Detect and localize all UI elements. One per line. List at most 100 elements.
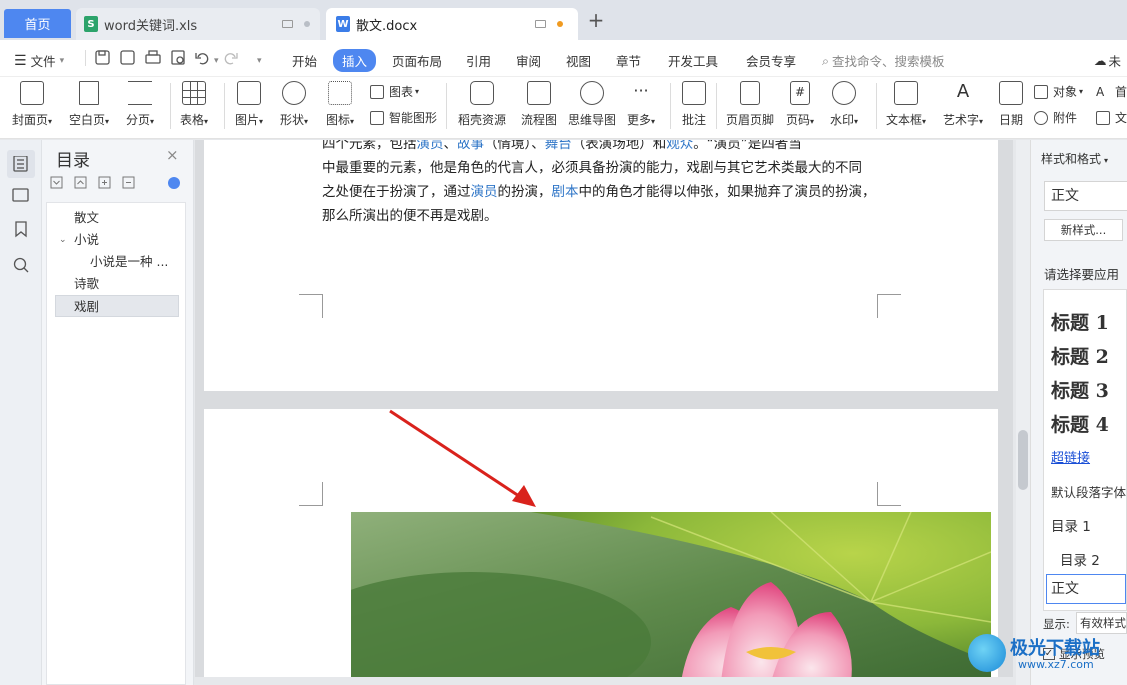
horizontal-scrollbar[interactable] [195, 677, 1013, 685]
menu-layout[interactable]: 页面布局 [392, 51, 442, 70]
vertical-scrollbar[interactable] [1016, 140, 1030, 685]
flowchart-button[interactable]: 流程图 [521, 81, 557, 128]
style-heading-4[interactable]: 标题 4 [1051, 410, 1109, 437]
save-icon [95, 50, 110, 65]
hamburger-icon: ☰ [14, 52, 27, 69]
more-dots-icon: ··· [633, 81, 649, 100]
tab-xls[interactable]: S word关键词.xls [76, 8, 320, 40]
cloud-status[interactable]: ☁ 未 [1094, 51, 1121, 70]
flowchart-icon [527, 81, 551, 105]
toc-item-drama[interactable]: 戏剧 [55, 295, 179, 317]
table-button[interactable]: 表格▾ [180, 81, 208, 128]
date-button[interactable]: 日期 [999, 81, 1023, 128]
show-label: 显示: [1043, 617, 1070, 631]
style-toc-1[interactable]: 目录 1 [1051, 515, 1091, 535]
comment-button[interactable]: 批注 [682, 81, 706, 128]
text-button[interactable]: 文 [1096, 109, 1127, 126]
search-icon: ⌕ [822, 52, 830, 68]
attachment-button[interactable]: 附件 [1034, 109, 1077, 126]
icon-button[interactable]: 图标▾ [326, 81, 354, 128]
header-footer-button[interactable]: 页眉页脚 [726, 81, 774, 128]
tab-doc[interactable]: W 散文.docx [326, 8, 578, 40]
style-list: 标题 1 标题 2 标题 3 标题 4 超链接 默认段落字体 目录 1 目录 2… [1043, 289, 1127, 611]
toc-list: 散文 ⌄ 小说 小说是一种 ... 诗歌 戏剧 [46, 202, 186, 685]
file-menu[interactable]: ☰ 文件 ▾ [14, 51, 64, 70]
page-number-button[interactable]: # 页码▾ [786, 81, 814, 128]
textbox-icon [894, 81, 919, 105]
scroll-thumb[interactable] [1018, 430, 1028, 490]
toc-item-poetry[interactable]: 诗歌 [74, 273, 99, 295]
object-button[interactable]: 对象 ▾ [1034, 83, 1083, 100]
blank-page-icon [79, 81, 100, 105]
styles-panel-header[interactable]: 样式和格式 ▾ [1041, 150, 1108, 167]
style-normal[interactable]: 正文 [1046, 574, 1126, 604]
export-pdf-icon [120, 50, 135, 65]
collapse-icon [50, 176, 63, 189]
menu-insert[interactable]: 插入 [333, 49, 377, 72]
search-icon [13, 257, 27, 271]
tab-home[interactable]: 首页 [4, 9, 71, 38]
style-hyperlink[interactable]: 超链接 [1051, 447, 1090, 466]
menu-chapter[interactable]: 章节 [616, 51, 641, 70]
comment-icon [682, 81, 706, 105]
menu-member[interactable]: 会员专享 [746, 51, 796, 70]
tab-xls-label: word关键词.xls [104, 18, 198, 34]
monitor-icon[interactable] [535, 20, 546, 28]
annotation-arrow [389, 409, 536, 507]
style-toc-2[interactable]: 目录 2 [1060, 549, 1100, 569]
toc-item-prose[interactable]: 散文 [74, 207, 99, 229]
smartart-icon [370, 110, 384, 125]
docer-resources-button[interactable]: 稻壳资源 [458, 81, 506, 128]
cloud-icon: ☁ [1094, 53, 1107, 68]
close-icon[interactable]: × [166, 146, 179, 164]
shape-button[interactable]: 形状▾ [280, 81, 308, 128]
smartart-button[interactable]: 智能图形 [370, 109, 437, 126]
menu-review[interactable]: 审阅 [516, 51, 541, 70]
style-heading-3[interactable]: 标题 3 [1051, 376, 1109, 403]
toc-item-novel-sub[interactable]: 小说是一种 ... [90, 251, 168, 273]
quick-access-toolbar: ▾ ▾ [95, 50, 262, 66]
menu-view[interactable]: 视图 [566, 51, 591, 70]
command-search[interactable]: ⌕ 查找命令、搜索模板 [822, 51, 945, 70]
menu-developer[interactable]: 开发工具 [668, 51, 718, 70]
show-filter-select[interactable]: 有效样式 [1076, 612, 1127, 634]
picture-icon [237, 81, 262, 105]
logo-url: www.xz7.com [1018, 658, 1094, 671]
choose-style-label: 请选择要应用 [1044, 267, 1120, 282]
menu-start[interactable]: 开始 [292, 51, 317, 70]
blank-page-button[interactable]: 空白页▾ [69, 81, 109, 128]
tab-bar: 首页 S word关键词.xls W 散文.docx + [0, 0, 1127, 40]
header-footer-icon [740, 81, 760, 105]
drop-cap-button[interactable]: A 首 [1096, 83, 1127, 100]
menu-bar: ☰ 文件 ▾ ▾ ▾ 开始 插入 页面布局 引用 审阅 视图 章节 开发工具 会… [0, 40, 1127, 77]
chapter-icon [12, 188, 29, 202]
page-break-button[interactable]: 分页▾ [126, 81, 154, 128]
wordart-icon: A [956, 81, 970, 102]
style-heading-2[interactable]: 标题 2 [1051, 342, 1109, 369]
style-heading-1[interactable]: 标题 1 [1051, 308, 1109, 335]
monitor-icon[interactable] [282, 20, 293, 28]
chevron-down-icon[interactable]: ⌄ [59, 229, 67, 251]
watermark-icon [832, 81, 857, 105]
current-style-field[interactable]: 正文 [1044, 181, 1127, 211]
style-default-font[interactable]: 默认段落字体 [1051, 482, 1126, 501]
text-icon [1096, 110, 1110, 125]
logo-brand: 极光下载站 [1010, 638, 1100, 659]
new-tab-button[interactable]: + [586, 10, 606, 30]
more-button[interactable]: ··· 更多▾ [627, 81, 655, 128]
settings-icon [168, 177, 180, 189]
cover-page-button[interactable]: 封面页▾ [12, 81, 52, 128]
textbox-button[interactable]: 文本框▾ [886, 81, 926, 128]
new-style-button[interactable]: 新样式... [1044, 219, 1123, 241]
rail-icons [12, 156, 29, 273]
wordart-button[interactable]: A 艺术字▾ [943, 81, 983, 128]
menu-references[interactable]: 引用 [466, 51, 491, 70]
logo-icon [968, 634, 1006, 672]
picture-button[interactable]: 图片▾ [235, 81, 263, 128]
docer-icon [470, 81, 494, 105]
watermark-button[interactable]: 水印▾ [830, 81, 858, 128]
mindmap-button[interactable]: 思维导图 [568, 81, 616, 128]
toc-item-novel[interactable]: 小说 [74, 229, 99, 251]
calendar-icon [999, 81, 1023, 105]
chart-button[interactable]: 图表 ▾ [370, 83, 419, 100]
